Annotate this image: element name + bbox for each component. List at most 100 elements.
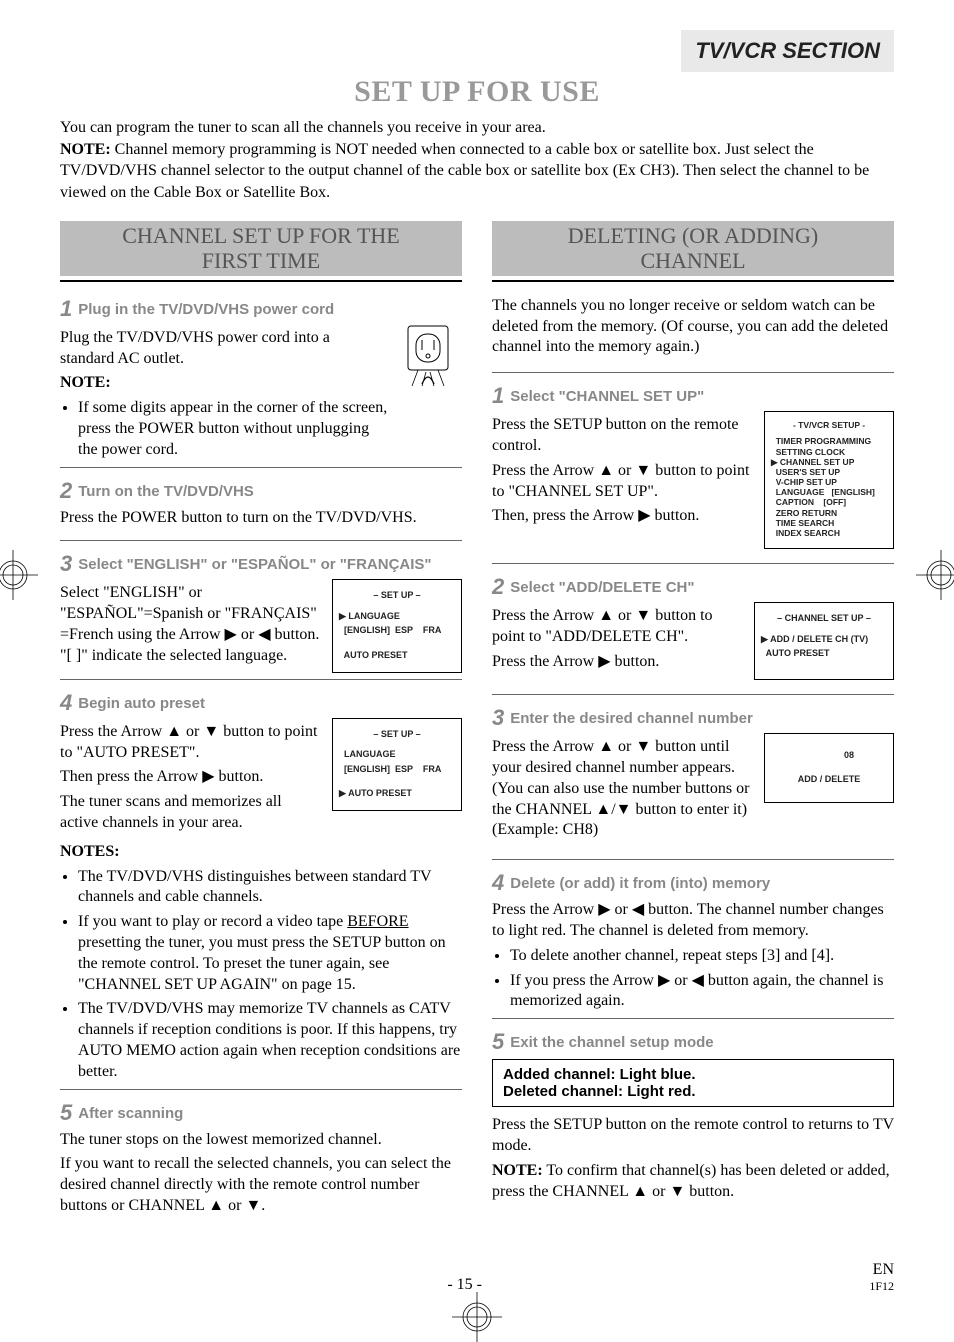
right-step1-body-l1: Press the SETUP button on the remote con… — [492, 415, 754, 457]
right-step1-head: 1 Select "CHANNEL SET UP" — [492, 383, 894, 409]
osd-row: AUTO PRESET — [761, 646, 887, 660]
list-item: The TV/DVD/VHS distinguishes between sta… — [78, 867, 462, 909]
osd-row: SETTING CLOCK — [771, 447, 887, 457]
right-step3-osd: 08 ADD / DELETE — [764, 733, 894, 803]
right-step2-body-l2: Press the Arrow ▶ button. — [492, 652, 744, 673]
osd-row: ▶ AUTO PRESET — [339, 786, 455, 800]
left-step5-head: 5After scanning — [60, 1100, 462, 1126]
step-num: 2 — [492, 574, 504, 599]
left-step4-osd: – SET UP – LANGUAGE [ENGLISH] ESP FRA ▶ … — [332, 718, 462, 812]
page-title: SET UP FOR USE — [60, 75, 894, 109]
notes-label: NOTES: — [60, 843, 120, 860]
footer-lang: EN — [869, 1261, 894, 1279]
right-column: DELETING (OR ADDING) CHANNEL The channel… — [492, 221, 894, 1220]
right-step5-head: 5 Exit the channel setup mode — [492, 1029, 894, 1055]
step-num: 3 — [60, 551, 72, 576]
right-step4-bullets: To delete another channel, repeat steps … — [492, 946, 894, 1012]
left-step4-body-l1: Press the Arrow ▲ or ▼ button to point t… — [60, 722, 322, 764]
left-col-title: CHANNEL SET UP FOR THE FIRST TIME — [60, 221, 462, 275]
step-title: After scanning — [78, 1105, 183, 1122]
osd-row: LANGUAGE — [339, 747, 455, 761]
list-item: To delete another channel, repeat steps … — [510, 946, 894, 967]
left-step3-head: 3 Select "ENGLISH" or "ESPAÑOL" or "FRANÇ… — [60, 551, 462, 577]
osd-row: [ENGLISH] ESP FRA — [339, 762, 455, 776]
osd-row: [ENGLISH] ESP FRA — [339, 623, 455, 637]
footer-code: 1F12 — [869, 1279, 894, 1294]
right-col-title: DELETING (OR ADDING) CHANNEL — [492, 221, 894, 275]
step-num: 3 — [492, 705, 504, 730]
status-l2: Deleted channel: Light red. — [503, 1083, 696, 1100]
osd-row: INDEX SEARCH — [771, 528, 887, 538]
osd-add-delete: ADD / DELETE — [798, 772, 861, 786]
left-step1-bullet: If some digits appear in the corner of t… — [78, 398, 388, 460]
osd-title: – SET UP – — [339, 588, 455, 602]
left-column: CHANNEL SET UP FOR THE FIRST TIME 1 Plug … — [60, 221, 462, 1220]
step-title: Enter the desired channel number — [510, 710, 753, 727]
osd-channel-number: 08 — [844, 748, 854, 762]
intro-paragraph: You can program the tuner to scan all th… — [60, 117, 894, 203]
section-tag: TV/VCR SECTION — [681, 30, 894, 72]
left-step2-body: Press the POWER button to turn on the TV… — [60, 508, 462, 529]
left-title-l1: CHANNEL SET UP FOR THE — [122, 223, 399, 248]
step-title: Turn on the TV/DVD/VHS — [78, 483, 254, 500]
status-l1: Added channel: Light blue. — [503, 1066, 696, 1083]
right-step1-osd: - TV/VCR SETUP - TIMER PROGRAMMING SETTI… — [764, 411, 894, 549]
right-step4-body: Press the Arrow ▶ or ◀ button. The chann… — [492, 900, 894, 942]
osd-row: AUTO PRESET — [339, 648, 455, 662]
step-title: Plug in the TV/DVD/VHS power cord — [78, 301, 334, 318]
left-step4-body-l2: Then press the Arrow ▶ button. — [60, 767, 322, 788]
registration-mark-icon — [916, 550, 954, 600]
step-num: 1 — [60, 296, 72, 321]
list-item: If you press the Arrow ▶ or ◀ button aga… — [510, 971, 894, 1013]
step-num: 5 — [492, 1029, 504, 1054]
step-title: Select "CHANNEL SET UP" — [510, 388, 704, 405]
list-item: If you want to play or record a video ta… — [78, 912, 462, 995]
left-step4-body-l3: The tuner scans and memorizes all active… — [60, 792, 322, 834]
intro-line1: You can program the tuner to scan all th… — [60, 119, 546, 136]
left-step1-head: 1 Plug in the TV/DVD/VHS power cord — [60, 296, 462, 322]
intro-note-text: Channel memory programming is NOT needed… — [60, 141, 869, 201]
step-title: Select "ADD/DELETE CH" — [510, 579, 694, 596]
right-step2-osd: – CHANNEL SET UP – ▶ ADD / DELETE CH (TV… — [754, 602, 894, 680]
step-num: 4 — [60, 690, 72, 715]
right-step3-head: 3 Enter the desired channel number — [492, 705, 894, 731]
intro-note-label: NOTE: — [60, 141, 111, 158]
step-title: Exit the channel setup mode — [510, 1034, 713, 1051]
osd-row: V-CHIP SET UP — [771, 477, 887, 487]
right-intro: The channels you no longer receive or se… — [492, 296, 894, 358]
left-step2-head: 2Turn on the TV/DVD/VHS — [60, 478, 462, 504]
right-step4-head: 4 Delete (or add) it from (into) memory — [492, 870, 894, 896]
left-step1-note-label: NOTE: — [60, 374, 111, 391]
right-step2-head: 2 Select "ADD/DELETE CH" — [492, 574, 894, 600]
step-num: 4 — [492, 870, 504, 895]
status-box: Added channel: Light blue. Deleted chann… — [492, 1059, 894, 1107]
step-num: 1 — [492, 383, 504, 408]
osd-title: – SET UP – — [339, 727, 455, 741]
left-step1-body: Plug the TV/DVD/VHS power cord into a st… — [60, 328, 388, 370]
right-step2-body-l1: Press the Arrow ▲ or ▼ button to point t… — [492, 606, 744, 648]
step-title: Select "ENGLISH" or "ESPAÑOL" or "FRANÇA… — [78, 556, 431, 573]
left-step4-notes: The TV/DVD/VHS distinguishes between sta… — [60, 867, 462, 1083]
right-step3-body: Press the Arrow ▲ or ▼ button until your… — [492, 737, 754, 841]
step-title: Begin auto preset — [78, 695, 205, 712]
osd-row: ▶ ADD / DELETE CH (TV) — [761, 632, 887, 646]
left-step3-osd: – SET UP – ▶ LANGUAGE [ENGLISH] ESP FRA … — [332, 579, 462, 673]
left-step4-head: 4 Begin auto preset — [60, 690, 462, 716]
registration-mark-icon — [0, 550, 38, 600]
right-title-l1: DELETING (OR ADDING) — [568, 223, 819, 248]
osd-row: TIME SEARCH — [771, 518, 887, 528]
osd-row: LANGUAGE [ENGLISH] — [771, 487, 887, 497]
note-label: NOTE: — [492, 1162, 543, 1179]
note-text: To confirm that channel(s) has been dele… — [492, 1162, 890, 1200]
osd-title: – CHANNEL SET UP – — [761, 611, 887, 625]
left-step5-body-l2: If you want to recall the selected chann… — [60, 1154, 462, 1216]
right-title-l2: CHANNEL — [640, 248, 745, 273]
right-step1-body-l3: Then, press the Arrow ▶ button. — [492, 506, 754, 527]
osd-row: ▶ CHANNEL SET UP — [771, 457, 887, 467]
right-step5-note: NOTE: To confirm that channel(s) has bee… — [492, 1161, 894, 1203]
step-title: Delete (or add) it from (into) memory — [510, 875, 770, 892]
osd-row: ZERO RETURN — [771, 508, 887, 518]
osd-row: TIMER PROGRAMMING — [771, 436, 887, 446]
osd-row: USER'S SET UP — [771, 467, 887, 477]
list-item: The TV/DVD/VHS may memorize TV channels … — [78, 999, 462, 1082]
